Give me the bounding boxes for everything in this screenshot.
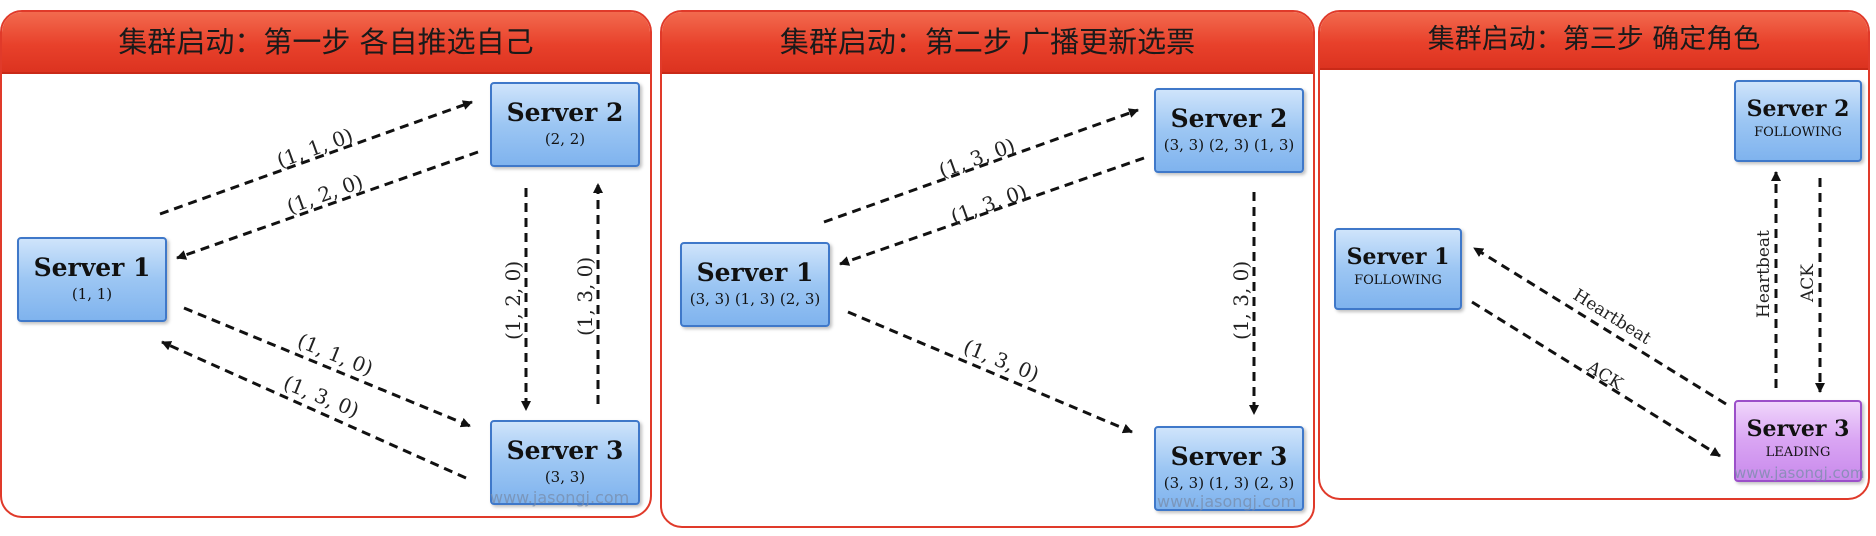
edge-label: (1, 3, 0) — [948, 179, 1031, 229]
edge-label: (1, 2, 0) — [501, 261, 525, 340]
server-2-node: Server 2 (3, 3) (2, 3) (1, 3) — [1154, 88, 1304, 173]
edge-label: (1, 1, 0) — [294, 328, 376, 380]
server-vote: (3, 3) (2, 3) (1, 3) — [1163, 136, 1295, 154]
watermark: www.jasongj.com — [1157, 492, 1297, 511]
server-vote: (2, 2) — [544, 130, 586, 148]
server-name: Server 3 — [506, 436, 624, 465]
server-name: Server 1 — [696, 258, 814, 287]
edge-label: (1, 3, 0) — [1229, 261, 1253, 340]
server-name: Server 2 — [506, 98, 624, 127]
server-name: Server 1 — [1346, 244, 1450, 270]
edge-label: (1, 1, 0) — [274, 123, 357, 173]
edge-s1-to-s3 — [847, 310, 1133, 434]
server-1-node: Server 1 (3, 3) (1, 3) (2, 3) — [680, 242, 830, 327]
edge-label: (1, 2, 0) — [284, 169, 367, 219]
edge-label: (1, 3, 0) — [936, 133, 1019, 183]
watermark: www.jasongj.com — [1734, 464, 1865, 482]
server-2-node: Server 2 FOLLOWING — [1734, 80, 1862, 162]
edge-label: ACK — [1798, 264, 1818, 303]
server-1-node: Server 1 (1, 1) — [17, 237, 167, 322]
server-2-node: Server 2 (2, 2) — [490, 82, 640, 167]
server-name: Server 3 — [1170, 442, 1288, 471]
watermark: www.jasongj.com — [490, 488, 630, 507]
panel-step-1: 集群启动：第一步 各自推选自己 (1, 1, 0) (1, 2, 0) (1, … — [0, 10, 652, 518]
server-vote: (3, 3) (1, 3) (2, 3) — [689, 290, 821, 308]
server-vote: (3, 3) (1, 3) (2, 3) — [1163, 474, 1295, 492]
server-1-node: Server 1 FOLLOWING — [1334, 228, 1462, 310]
server-vote: (1, 1) — [71, 285, 113, 303]
edge-label: Heartbeat — [1569, 285, 1654, 349]
server-name: Server 2 — [1170, 104, 1288, 133]
edge-label: Heartbeat — [1754, 230, 1774, 318]
server-name: Server 1 — [33, 253, 151, 282]
panel-step-3: 集群启动：第三步 确定角色 Heartbeat ACK Heartbeat AC… — [1318, 10, 1870, 500]
server-role: FOLLOWING — [1754, 125, 1842, 140]
server-vote: (3, 3) — [544, 468, 586, 486]
server-name: Server 3 — [1746, 416, 1850, 442]
server-role: LEADING — [1765, 445, 1831, 460]
edge-label: (1, 3, 0) — [960, 334, 1042, 386]
panel-step-2: 集群启动：第二步 广播更新选票 (1, 3, 0) (1, 3, 0) (1, … — [660, 10, 1315, 528]
edge-label: (1, 3, 0) — [573, 257, 597, 336]
server-name: Server 2 — [1746, 96, 1850, 122]
server-role: FOLLOWING — [1354, 273, 1442, 288]
edge-label: ACK — [1583, 357, 1627, 395]
